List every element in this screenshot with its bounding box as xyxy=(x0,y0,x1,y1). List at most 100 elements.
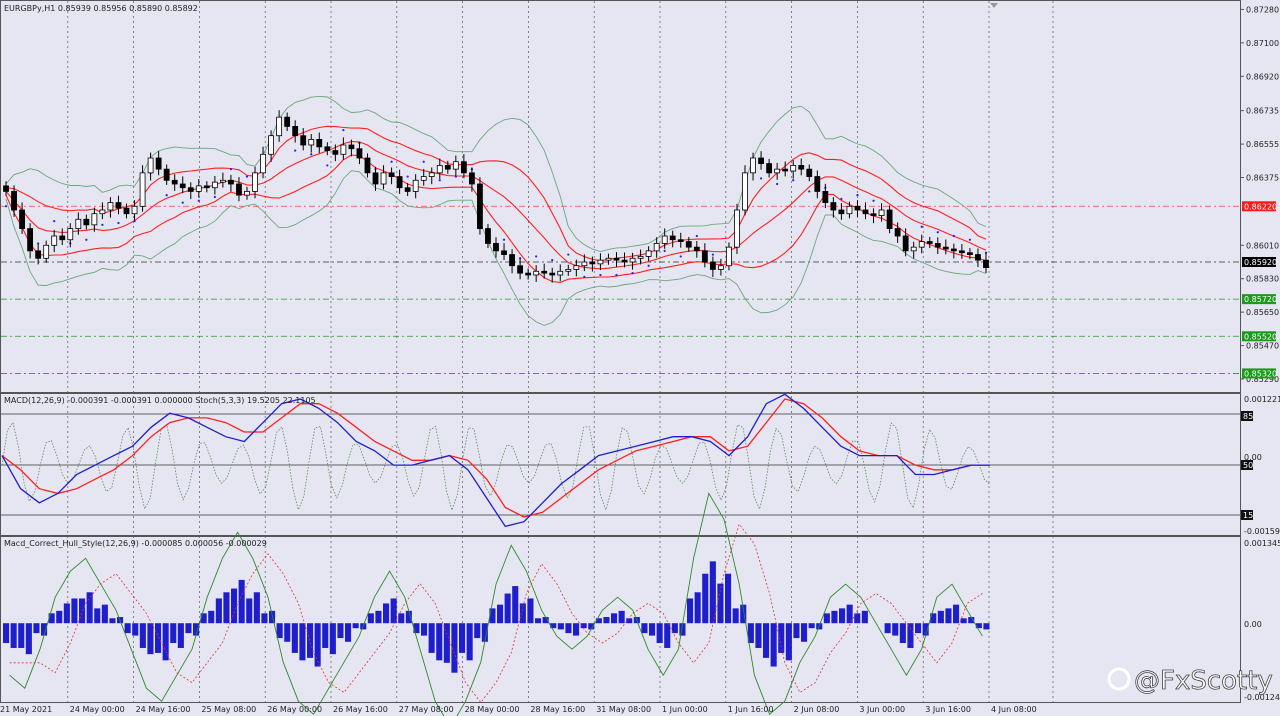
candle-body xyxy=(195,185,202,192)
hull-histogram-bar xyxy=(223,592,230,624)
candle-body xyxy=(332,150,339,155)
hull-histogram-bar xyxy=(170,623,177,644)
candle-body xyxy=(27,228,34,252)
candle-body xyxy=(726,246,732,267)
hull-histogram-bar xyxy=(139,623,146,648)
hull-histogram-bar xyxy=(63,603,70,624)
time-tick-label: 24 May 00:00 xyxy=(70,705,125,714)
sar-dot xyxy=(679,255,682,258)
hull-histogram-bar xyxy=(25,623,32,655)
sar-dot xyxy=(776,182,779,186)
hull-histogram-bar xyxy=(755,623,762,648)
hull-histogram-bar xyxy=(71,598,78,624)
candle-body xyxy=(260,153,266,174)
time-tick-label: 4 Jun 08:00 xyxy=(991,705,1037,714)
sar-dot xyxy=(759,177,763,180)
candle-body xyxy=(324,146,331,151)
candle-body xyxy=(533,270,540,276)
hull-histogram-bar xyxy=(307,623,314,658)
candle-body xyxy=(565,269,572,272)
candle-body xyxy=(822,191,829,203)
candle-body xyxy=(701,250,708,263)
hull-histogram-bar xyxy=(3,623,10,644)
candle-body xyxy=(645,250,652,257)
candle-body xyxy=(926,241,933,244)
sar-dot xyxy=(85,238,88,241)
candle-body xyxy=(372,172,379,185)
hull-histogram-bar xyxy=(200,613,207,624)
sar-dot xyxy=(310,153,313,156)
hull-histogram-bar xyxy=(892,623,899,636)
hull-histogram-bar xyxy=(109,618,116,624)
hull-histogram-bar xyxy=(831,610,838,624)
candle-body xyxy=(525,272,532,276)
sar-dot xyxy=(229,168,233,171)
hull-histogram-bar xyxy=(474,623,481,639)
watermark: @FxScotty xyxy=(1107,666,1273,696)
hull-histogram-bar xyxy=(375,610,382,624)
candle-body xyxy=(485,228,491,244)
candle-body xyxy=(35,250,42,259)
candle-body xyxy=(115,202,122,209)
candle-body xyxy=(758,157,764,164)
hull-histogram-bar xyxy=(383,603,390,624)
hull-histogram-bar xyxy=(276,623,283,639)
candle-body xyxy=(59,235,66,241)
hull-tick-zero: 0.00 xyxy=(1244,620,1262,629)
candle-body xyxy=(75,218,82,229)
trading-chart[interactable]: 0.87280 0.87100 0.86920 0.86735 0.86555 0.863… xyxy=(0,0,1280,716)
candle-body xyxy=(950,248,957,252)
candle-body xyxy=(814,176,821,192)
hull-histogram-bar xyxy=(497,604,504,624)
sar-dot xyxy=(631,272,634,275)
candle-body xyxy=(862,209,869,215)
hull-histogram-bar xyxy=(960,618,967,624)
candle-body xyxy=(380,172,387,185)
hull-histogram-bar xyxy=(284,623,291,642)
hull-histogram-bar xyxy=(793,623,800,639)
candle-body xyxy=(637,256,644,259)
price-tick-label: 0.85470 xyxy=(1246,342,1279,351)
hull-histogram-bar xyxy=(314,623,321,667)
candle-body xyxy=(573,265,580,270)
candle-body xyxy=(452,161,459,170)
candle-body xyxy=(597,259,604,265)
stoch-15-label: 15 xyxy=(1243,511,1253,520)
candle-body xyxy=(477,183,483,229)
candle-body xyxy=(252,172,258,192)
candle-body xyxy=(613,257,620,261)
sar-dot xyxy=(840,197,843,200)
hull-histogram-bar xyxy=(177,623,184,648)
sar-dot xyxy=(567,253,570,256)
candle-body xyxy=(244,191,250,196)
candle-body xyxy=(975,254,981,261)
sar-dot xyxy=(663,249,666,252)
hull-histogram-bar xyxy=(565,623,572,634)
hull-histogram-bar xyxy=(291,623,298,653)
hull-histogram-bar xyxy=(839,608,846,624)
price-tick-label: 0.87280 xyxy=(1246,5,1279,14)
hull-histogram-bar xyxy=(603,617,610,624)
hull-histogram-bar xyxy=(717,583,724,624)
price-marker-label: 0.85520 xyxy=(1244,332,1277,341)
hull-histogram-bar xyxy=(770,623,777,667)
hull-histogram-bar xyxy=(231,588,238,624)
hull-histogram-bar xyxy=(345,623,352,642)
hull-histogram-bar xyxy=(155,623,162,653)
time-tick-label: 21 May 2021 xyxy=(0,705,52,714)
time-tick-label: 24 May 16:00 xyxy=(136,705,191,714)
hull-histogram-bar xyxy=(56,610,63,624)
sar-dot xyxy=(647,264,650,267)
hull-histogram-bar xyxy=(208,610,215,624)
candle-body xyxy=(750,157,756,174)
hull-histogram-bar xyxy=(512,586,519,624)
candle-body xyxy=(653,243,660,252)
sar-dot xyxy=(808,190,811,193)
candle-body xyxy=(669,235,676,241)
hull-histogram-bar xyxy=(421,623,428,636)
candle-body xyxy=(99,209,106,215)
hull-histogram-bar xyxy=(611,613,618,624)
candle-body xyxy=(131,205,138,215)
time-tick-label: 28 May 16:00 xyxy=(530,705,585,714)
sar-dot xyxy=(53,220,56,223)
